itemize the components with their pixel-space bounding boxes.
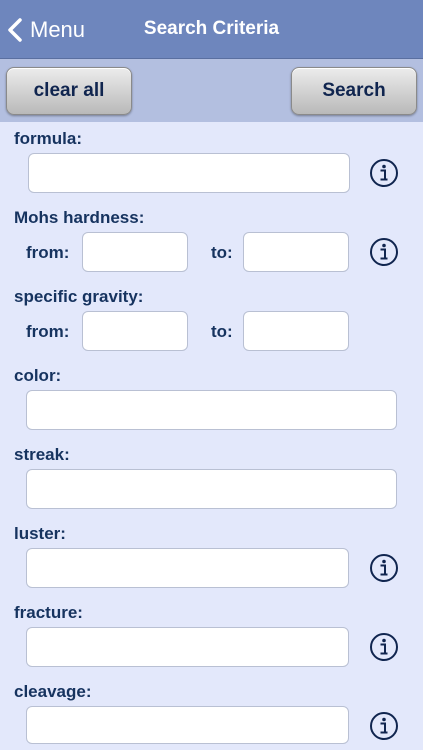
streak-label: streak: — [14, 445, 70, 464]
specific-gravity-label: specific gravity: — [14, 287, 144, 306]
luster-input[interactable] — [26, 548, 349, 588]
color-label: color: — [14, 366, 62, 385]
mohs-to-label: to: — [211, 243, 233, 262]
cleavage-label: cleavage: — [14, 682, 92, 701]
mohs-from-input[interactable] — [82, 232, 188, 272]
info-icon[interactable] — [369, 158, 399, 188]
luster-label: luster: — [14, 524, 66, 543]
navigation-bar: Menu Search Criteria — [0, 0, 423, 59]
info-icon[interactable] — [369, 632, 399, 662]
fracture-label: fracture: — [14, 603, 83, 622]
mohs-hardness-label: Mohs hardness: — [14, 208, 145, 227]
gravity-from-input[interactable] — [82, 311, 188, 351]
page-title: Search Criteria — [143, 18, 280, 39]
mohs-from-label: from: — [26, 243, 70, 262]
formula-label: formula: — [14, 129, 82, 148]
gravity-to-input[interactable] — [243, 311, 349, 351]
color-input[interactable] — [26, 390, 397, 430]
mohs-to-input[interactable] — [243, 232, 349, 272]
gravity-to-label: to: — [211, 322, 233, 341]
formula-input[interactable] — [28, 153, 350, 193]
search-button[interactable]: Search — [291, 67, 417, 115]
info-icon[interactable] — [369, 237, 399, 267]
info-icon[interactable] — [369, 553, 399, 583]
info-icon[interactable] — [369, 711, 399, 741]
fracture-input[interactable] — [26, 627, 349, 667]
gravity-from-label: from: — [26, 322, 70, 341]
toolbar: clear all Search — [0, 59, 423, 122]
clear-all-button[interactable]: clear all — [6, 67, 132, 115]
cleavage-input[interactable] — [26, 706, 349, 744]
streak-input[interactable] — [26, 469, 397, 509]
